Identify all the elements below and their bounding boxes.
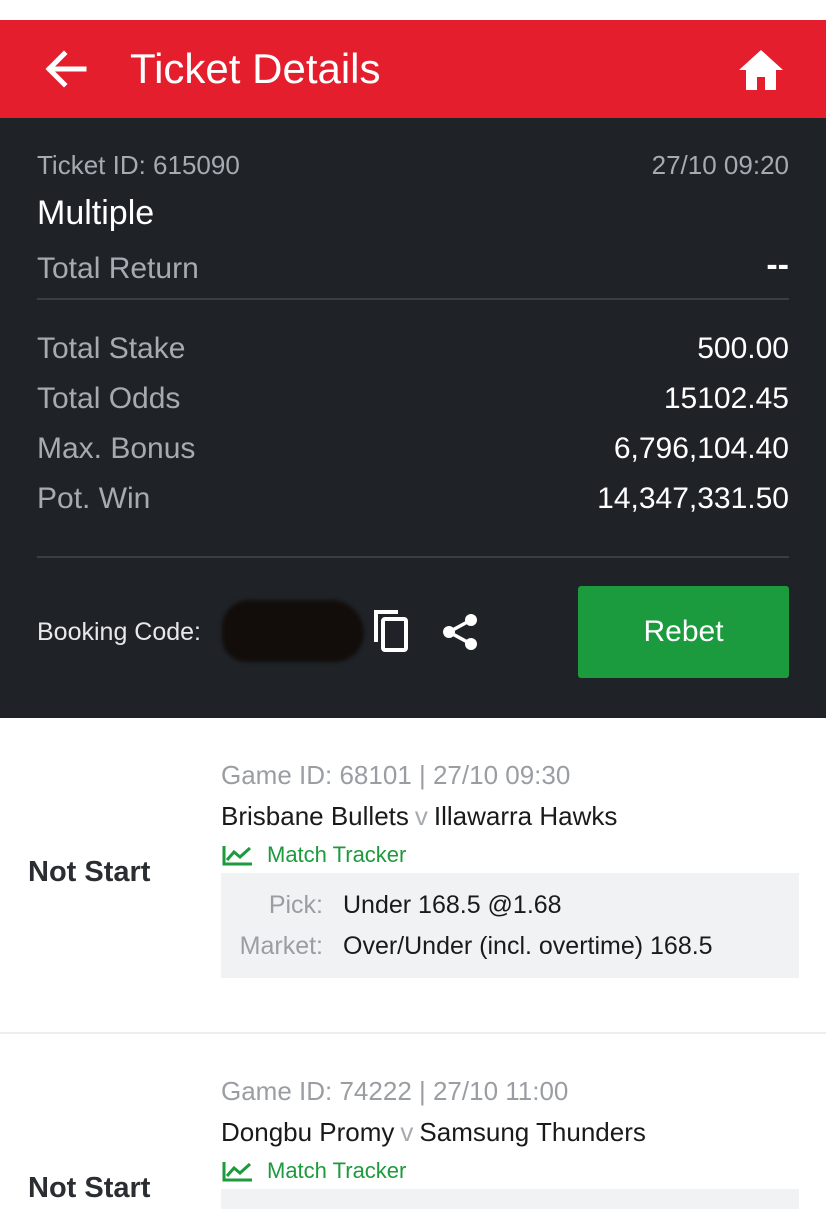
home-team: Dongbu Promy: [221, 1117, 395, 1147]
ticket-summary: Ticket ID: 615090 27/10 09:20 Multiple T…: [0, 118, 826, 718]
home-button[interactable]: [736, 46, 786, 94]
total-odds-value: 15102.45: [663, 382, 789, 415]
selection-status: Not Start: [28, 1172, 151, 1204]
market-value: Over/Under (incl. overtime) 168.5: [343, 932, 713, 960]
pick-value: Under 168.5 @1.68: [343, 891, 562, 919]
game-meta: Game ID: 68101 | 27/10 09:30: [221, 760, 571, 790]
max-bonus-value: 6,796,104.40: [613, 432, 789, 465]
trend-chart-icon: [222, 1162, 252, 1182]
game-meta: Game ID: 74222 | 27/10 11:00: [221, 1076, 569, 1106]
back-button[interactable]: [40, 44, 90, 94]
pot-win-label: Pot. Win: [37, 482, 151, 515]
total-stake-label: Total Stake: [37, 332, 186, 365]
selection-item: Not Start Game ID: 74222 | 27/10 11:00 D…: [0, 1034, 826, 1209]
total-return-value: --: [766, 246, 789, 284]
match-tracker-link[interactable]: Match Tracker: [221, 842, 406, 868]
copy-button[interactable]: [372, 608, 412, 654]
total-return-label: Total Return: [37, 252, 199, 285]
vs-separator: v: [400, 1117, 414, 1147]
total-odds-label: Total Odds: [37, 382, 181, 415]
app-header: Ticket Details: [0, 20, 826, 118]
market-label: Market:: [239, 932, 323, 960]
ticket-id: Ticket ID: 615090: [37, 150, 240, 180]
match-teams: Brisbane Bullets v Illawarra Hawks: [221, 801, 617, 832]
divider: [37, 298, 789, 300]
pick-label: Pick:: [268, 891, 323, 919]
arrow-left-icon: [45, 50, 87, 88]
rebet-button[interactable]: Rebet: [578, 586, 789, 678]
booking-code-redaction: [222, 600, 364, 662]
bet-type: Multiple: [37, 194, 155, 232]
trend-chart-icon: [222, 846, 252, 866]
away-team: Samsung Thunders: [419, 1117, 646, 1147]
pick-details: Pick: Under 168.5 @1.68 Market: Over/Und…: [221, 873, 799, 978]
share-icon: [443, 614, 477, 650]
match-tracker-label: Match Tracker: [267, 1158, 407, 1183]
status-strip: [0, 0, 826, 20]
total-stake-value: 500.00: [697, 332, 789, 365]
copy-icon: [374, 610, 408, 652]
away-team: Illawarra Hawks: [433, 801, 618, 831]
match-tracker-link[interactable]: Match Tracker: [221, 1158, 406, 1184]
match-tracker-label: Match Tracker: [267, 842, 407, 867]
pick-details: [221, 1189, 799, 1209]
selection-status: Not Start: [28, 856, 151, 888]
selection-item: Not Start Game ID: 68101 | 27/10 09:30 B…: [0, 718, 826, 1032]
match-teams: Dongbu Promy v Samsung Thunders: [221, 1117, 646, 1148]
home-team: Brisbane Bullets: [221, 801, 409, 831]
booking-code-label: Booking Code:: [37, 618, 202, 646]
page-title: Ticket Details: [130, 45, 381, 92]
home-icon: [739, 50, 783, 90]
divider: [37, 556, 789, 558]
ticket-datetime: 27/10 09:20: [651, 150, 789, 180]
share-button[interactable]: [440, 612, 480, 652]
max-bonus-label: Max. Bonus: [37, 432, 196, 465]
pot-win-value: 14,347,331.50: [597, 482, 789, 515]
vs-separator: v: [414, 801, 428, 831]
